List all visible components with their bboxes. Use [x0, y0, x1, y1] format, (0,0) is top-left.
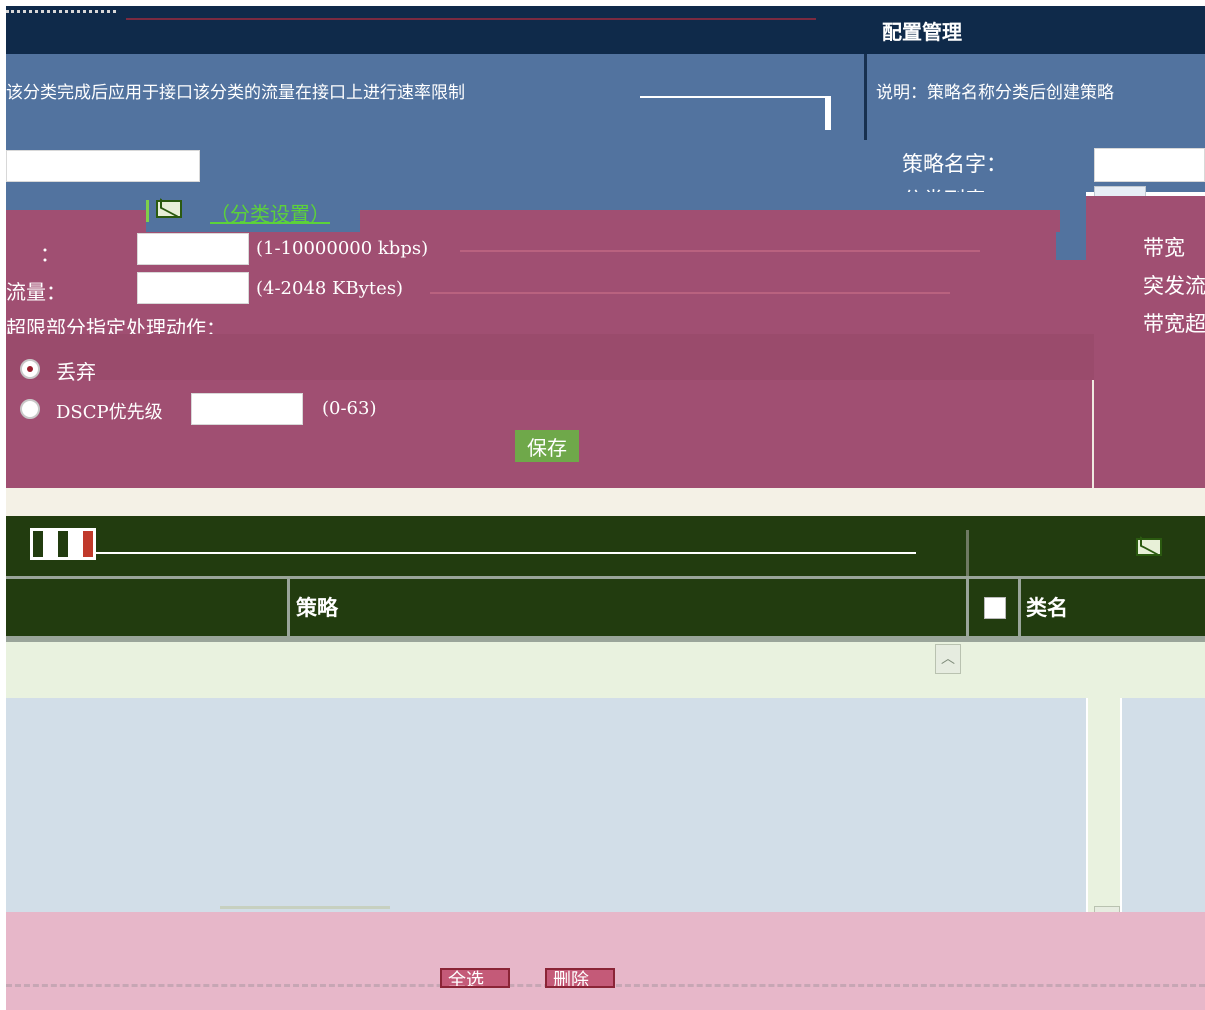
description-divider: [864, 54, 867, 140]
description-left-text: 该分类完成后应用于接口该分类的流量在接口上进行速率限制: [6, 83, 465, 103]
delete-button[interactable]: 删除: [545, 968, 615, 988]
header-title-right: 配置管理: [882, 20, 962, 44]
drop-radio[interactable]: [20, 359, 40, 379]
select-all-button[interactable]: 全选: [440, 968, 510, 988]
bandwidth-range: (1-10000000 kbps): [256, 238, 429, 259]
top-header-bar: 配置管理: [6, 6, 1205, 54]
scroll-up-arrow-icon[interactable]: ︿: [935, 644, 961, 674]
dscp-radio[interactable]: [20, 399, 40, 419]
description-right-text: 说明：策略名称分类后创建策略: [876, 83, 1114, 103]
header-divider-line: [126, 18, 816, 20]
save-button[interactable]: 保存: [515, 430, 579, 462]
description-left-underline: [640, 96, 830, 98]
body-dash-line: [220, 906, 390, 909]
bandwidth-label: ：: [40, 242, 60, 266]
burst-label: 流量：: [6, 280, 66, 304]
cream-separator: [6, 488, 1205, 516]
radio-row-band: [6, 334, 1094, 380]
select-all-checkbox[interactable]: [984, 597, 1006, 619]
right-label-burst: 突发流: [1143, 274, 1205, 298]
dscp-label: DSCP优先级: [56, 402, 163, 423]
dscp-range: (0-63): [322, 398, 377, 419]
grid-icon-cell: [83, 531, 93, 557]
bandwidth-input[interactable]: [137, 233, 249, 265]
grid-icon-cell: [45, 531, 56, 557]
burst-range: (4-2048 KBytes): [256, 278, 404, 299]
table-body-right: [1122, 698, 1205, 912]
footer-band: [6, 912, 1205, 1010]
mail-icon[interactable]: [156, 200, 182, 218]
policy-name-label: 策略名字：: [902, 152, 1007, 176]
left-partial-input[interactable]: [6, 150, 200, 182]
col-policy-header: 策略: [296, 596, 338, 620]
burst-dash-line: [430, 292, 950, 294]
grid-icon-cell: [58, 531, 68, 557]
scrollbar-track[interactable]: [1088, 690, 1120, 912]
classify-marker: [146, 200, 149, 222]
rate-form-top-blue-strip: [1056, 232, 1086, 260]
classify-row-maroon-mid: [360, 210, 1060, 232]
drop-label: 丢弃: [56, 360, 96, 384]
right-label-bandwidth: 带宽: [1143, 236, 1185, 260]
header-col-divider-2: [966, 578, 969, 636]
table-toolbar: [6, 516, 1205, 576]
table-body-top: [6, 642, 1205, 698]
header-left-strip: [6, 10, 116, 19]
grid-icon-cell: [70, 531, 81, 557]
header-col-divider-3: [1018, 578, 1021, 636]
classify-row-maroon-left: [6, 210, 146, 232]
grid-icon-cell: [33, 531, 43, 557]
burst-input[interactable]: [137, 272, 249, 304]
policy-name-input[interactable]: [1094, 148, 1205, 182]
bandwidth-dash-line: [460, 250, 980, 252]
header-col-divider-1: [287, 578, 290, 636]
description-left-notch: [825, 96, 831, 130]
grid-icon: [30, 528, 96, 560]
toolbar-underline: [96, 552, 916, 554]
right-label-exceed: 带宽超: [1143, 312, 1205, 336]
table-body-list[interactable]: [6, 698, 1086, 912]
col-class-header: 类名: [1026, 596, 1068, 620]
toolbar-divider: [966, 530, 969, 578]
classify-settings-link[interactable]: （分类设置）: [210, 198, 330, 227]
table-mail-icon[interactable]: [1136, 538, 1162, 556]
dscp-input[interactable]: [191, 393, 303, 425]
